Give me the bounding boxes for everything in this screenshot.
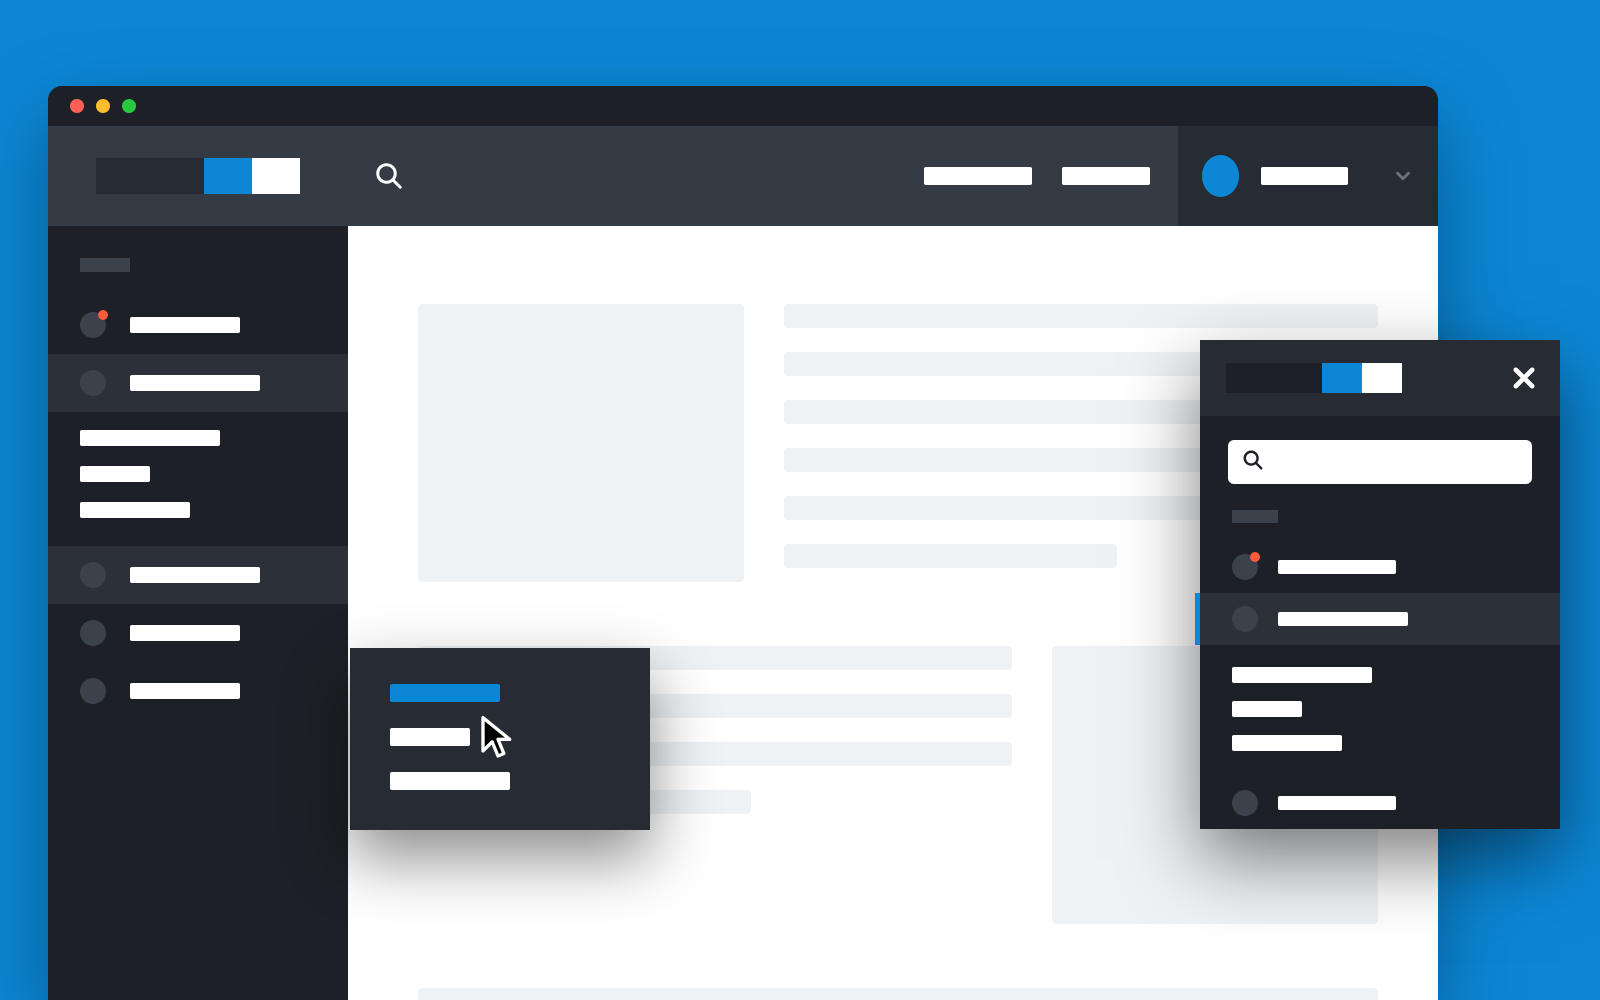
mini-item-label <box>1278 612 1408 626</box>
mini-contact-2[interactable] <box>1200 593 1560 645</box>
context-menu <box>350 648 650 830</box>
context-menu-item[interactable] <box>390 684 500 702</box>
logo-segment-light <box>252 158 300 194</box>
avatar-icon <box>1232 554 1258 580</box>
logo-segment-dark <box>96 158 204 194</box>
mini-panel-body <box>1200 416 1560 829</box>
sidebar-item-label <box>130 625 240 641</box>
close-window-button[interactable] <box>70 99 84 113</box>
sidebar-contact-5[interactable] <box>48 662 348 720</box>
sidebar-item-label <box>130 683 240 699</box>
avatar-icon <box>1232 790 1258 816</box>
context-menu-item[interactable] <box>390 772 510 790</box>
search-icon <box>1242 449 1264 476</box>
text-line <box>784 304 1378 328</box>
mini-panel-header <box>1200 340 1560 416</box>
header-bar <box>48 126 1438 226</box>
user-name <box>1261 167 1348 185</box>
sidebar-contact-2[interactable] <box>48 354 348 412</box>
sidebar-heading <box>80 258 130 272</box>
close-icon[interactable] <box>1510 364 1538 392</box>
text-line <box>418 988 1378 1000</box>
sidebar-link[interactable] <box>80 502 190 518</box>
user-avatar <box>1202 155 1239 197</box>
avatar-icon <box>80 312 106 338</box>
context-menu-item[interactable] <box>390 728 470 746</box>
avatar-icon <box>80 562 106 588</box>
mini-section <box>1228 645 1532 777</box>
sidebar-section <box>48 412 348 546</box>
sidebar-link[interactable] <box>80 430 220 446</box>
zoom-window-button[interactable] <box>122 99 136 113</box>
mini-link[interactable] <box>1232 667 1372 683</box>
mini-panel <box>1200 340 1560 829</box>
logo-segment-accent <box>1322 363 1362 393</box>
search-icon[interactable] <box>374 161 404 191</box>
sidebar-contact-1[interactable] <box>48 296 348 354</box>
titlebar <box>48 86 1438 126</box>
mini-item-label <box>1278 796 1396 810</box>
sidebar-contact-4[interactable] <box>48 604 348 662</box>
logo-segment-light <box>1362 363 1402 393</box>
sidebar-contact-3[interactable] <box>48 546 348 604</box>
mini-logo[interactable] <box>1226 363 1402 393</box>
paragraph <box>418 988 1378 1000</box>
chevron-down-icon <box>1392 165 1414 187</box>
minimize-window-button[interactable] <box>96 99 110 113</box>
user-menu[interactable] <box>1178 126 1438 226</box>
header-main <box>348 126 1178 226</box>
sidebar <box>48 226 348 1000</box>
mini-heading <box>1232 510 1278 523</box>
logo-segment-dark <box>1226 363 1322 393</box>
mini-contact-1[interactable] <box>1228 541 1532 593</box>
avatar-icon <box>80 678 106 704</box>
sidebar-item-label <box>130 375 260 391</box>
thumbnail-placeholder <box>418 304 744 582</box>
mini-contact-3[interactable] <box>1228 777 1532 829</box>
sidebar-item-label <box>130 317 240 333</box>
sidebar-link[interactable] <box>80 466 150 482</box>
avatar-icon <box>80 620 106 646</box>
logo[interactable] <box>96 158 300 194</box>
mini-search-input[interactable] <box>1228 440 1532 484</box>
mini-link[interactable] <box>1232 701 1302 717</box>
header-nav-link-1[interactable] <box>924 167 1032 185</box>
avatar-icon <box>1232 606 1258 632</box>
mini-link[interactable] <box>1232 735 1342 751</box>
mini-item-label <box>1278 560 1396 574</box>
logo-segment-accent <box>204 158 252 194</box>
sidebar-item-label <box>130 567 260 583</box>
text-line <box>784 544 1117 568</box>
header-nav-link-2[interactable] <box>1062 167 1150 185</box>
logo-cell <box>48 126 348 226</box>
avatar-icon <box>80 370 106 396</box>
